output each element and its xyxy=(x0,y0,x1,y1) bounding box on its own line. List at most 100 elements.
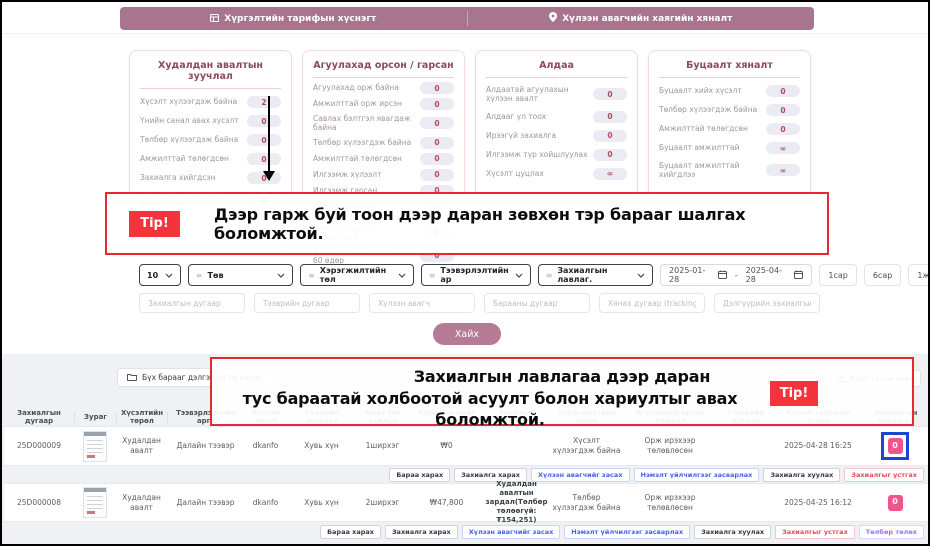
status-count-pill[interactable]: 0 xyxy=(247,115,281,127)
status-count-pill[interactable]: 0 xyxy=(420,137,454,149)
product-thumbnail[interactable] xyxy=(83,487,107,518)
page-size-select[interactable]: 10 xyxy=(139,264,181,286)
fulfillment-status-value: Хэрэгжилтийн төл xyxy=(320,266,393,284)
status-count-pill[interactable]: 0 xyxy=(247,134,281,146)
status-label: Төлбөр хүлээгдэж байна xyxy=(140,135,238,144)
status-label: Илгээмж түр хойшлуулах xyxy=(486,150,588,159)
status-row: Төлбөр хүлээгдэж байна 0 xyxy=(140,134,281,146)
status-label: Савлах бэлтгэл явагдаж байна xyxy=(313,114,417,133)
cell-status: Төлбөр хүлээгдэж байна xyxy=(549,493,624,513)
status-count-pill[interactable]: 0 xyxy=(593,111,627,123)
shipping-tariff-button[interactable]: Хүргэлтийн тарифын хүснэгт xyxy=(120,7,467,30)
cell-cost-info: Худалдан авалтын зардал(Төлбөр төлөөгүй:… xyxy=(484,480,549,525)
order-reference-select[interactable]: ≡ Захиалгын лавлаг. xyxy=(538,264,653,286)
status-row: Захиалга хийгдсэн 0 xyxy=(140,172,281,184)
status-row: Төлбөр хүлээгдэж байна 0 xyxy=(659,104,800,116)
cell-warehouse-status: Орж ирэхээр төлөвлөсөн xyxy=(624,436,716,456)
product-number-input[interactable] xyxy=(484,293,590,313)
tip-badge: Tip! xyxy=(770,381,818,406)
delete-order-button[interactable]: Захиалгыг устгах xyxy=(844,468,924,482)
receiver-address-label: Хүлээн авагчийн хаягийн хяналт xyxy=(562,14,732,24)
range-6month-button[interactable]: 6сар xyxy=(864,264,901,286)
col-order-number: Захиалгын дугаар xyxy=(4,412,74,423)
product-thumbnail[interactable] xyxy=(83,431,107,462)
range-1month-button[interactable]: 1сар xyxy=(819,264,856,286)
date-range-separator: - xyxy=(735,271,738,280)
status-label: Амжилттай төлөгдсөн xyxy=(659,124,748,133)
order-reference-value: Захиалгын лавлаг. xyxy=(557,266,632,284)
status-label: Амжилттай төлөгдсөн xyxy=(313,154,402,163)
view-product-button[interactable]: Бараа харах xyxy=(389,468,450,482)
order-number-input[interactable] xyxy=(139,293,245,313)
receiver-input[interactable] xyxy=(369,293,475,313)
receiver-address-button[interactable]: Хүлээн авагчийн хаягийн хяналт xyxy=(468,7,815,30)
center-select[interactable]: ≡ Төв xyxy=(188,264,293,286)
pay-button[interactable]: Төлбөр төлөх xyxy=(859,525,924,539)
date-range-picker[interactable]: 2025-01-28 - 2025-04-28 xyxy=(660,264,812,286)
status-count-pill[interactable]: 2 xyxy=(247,96,281,108)
fulfillment-status-select[interactable]: ≡ Хэрэгжилтийн төл xyxy=(300,264,414,286)
view-order-button[interactable]: Захиалга харах xyxy=(385,525,458,539)
status-count-pill[interactable]: ∞ xyxy=(593,168,627,180)
edit-extra-service-button[interactable]: Нэмэлт үйлчилгээг засварлах xyxy=(564,525,690,539)
copy-order-button[interactable]: Захиалга хуулах xyxy=(694,525,771,539)
chevron-down-icon xyxy=(398,271,406,280)
status-label: Амжилттай төлөгдсөн xyxy=(140,154,229,163)
status-count-pill[interactable]: 0 xyxy=(420,117,454,129)
status-count-pill[interactable]: 0 xyxy=(593,149,627,161)
edit-receiver-button[interactable]: Хүлээн авагчийг засах xyxy=(462,525,561,539)
row-actions: Бараа харах Захиалга харах Хүлээн авагчи… xyxy=(320,524,924,540)
row-actions: Бараа харах Захиалга харах Хүлээн авагчи… xyxy=(389,467,924,483)
status-count-pill[interactable]: 0 xyxy=(766,123,800,135)
search-button[interactable]: Хайх xyxy=(433,323,501,345)
shipping-tariff-label: Хүргэлтийн тарифын хүснэгт xyxy=(224,14,376,24)
order-reference-badge[interactable]: 0 xyxy=(888,438,903,454)
table-row[interactable]: 25D000008 Худалдан авалт Далайн тээвэр d… xyxy=(4,483,928,522)
tip-text: Захиалгын лавлагаа дээр даран тус бараат… xyxy=(230,366,750,431)
col-image: Зураг xyxy=(74,412,116,423)
view-product-button[interactable]: Бараа харах xyxy=(320,525,381,539)
status-count-pill[interactable]: 0 xyxy=(420,153,454,165)
date-to-value: 2025-04-28 xyxy=(746,266,787,284)
center-select-value: Төв xyxy=(207,271,272,280)
status-count-pill[interactable]: 0 xyxy=(593,130,627,142)
shipping-method-select[interactable]: ≡ Тээвэрлэлтийн ар xyxy=(421,264,531,286)
status-count-pill[interactable]: 0 xyxy=(420,169,454,181)
status-count-pill[interactable]: 0 xyxy=(593,88,627,100)
status-row: Хүсэлт хүлээгдэж байна 2 xyxy=(140,96,281,108)
status-label: Үнийн санал авах хүсэлт xyxy=(140,116,239,125)
range-1year-button[interactable]: 1жил xyxy=(908,264,930,286)
status-count-pill[interactable]: 0 xyxy=(420,82,454,94)
status-row: Төлбөр хүлээгдэж байна 0 xyxy=(313,137,454,149)
card-title: Алдаа xyxy=(486,60,627,78)
order-reference-badge[interactable]: 0 xyxy=(888,495,903,511)
tracking-number-input[interactable] xyxy=(599,293,705,313)
status-row: Савлах бэлтгэл явагдаж байна 0 xyxy=(313,114,454,133)
cell-order-reference: 0 xyxy=(862,432,928,460)
status-row: Амжилттай орж ирсэн 0 xyxy=(313,98,454,110)
topbar: Хүргэлтийн тарифын хүснэгт Хүлээн авагчи… xyxy=(120,7,814,30)
status-count-pill[interactable]: ∞ xyxy=(766,164,800,176)
status-label: Агуулахад орж байна xyxy=(313,83,399,92)
bars-icon: ≡ xyxy=(196,271,203,280)
status-label: Илгээмж хүлээлт xyxy=(313,170,381,179)
status-count-pill[interactable]: 0 xyxy=(766,104,800,116)
bars-icon: ≡ xyxy=(546,271,553,280)
delete-order-button[interactable]: Захиалгыг устгах xyxy=(775,525,855,539)
status-count-pill[interactable]: 0 xyxy=(420,98,454,110)
cell-receiver: dkanfo xyxy=(244,498,287,508)
transport-number-input[interactable] xyxy=(254,293,360,313)
status-count-pill[interactable]: 0 xyxy=(247,153,281,165)
status-count-pill[interactable]: ∞ xyxy=(766,142,800,154)
header-separator xyxy=(2,33,928,34)
store-order-number-input[interactable] xyxy=(714,293,820,313)
cell-customs-class: Хувь хүн xyxy=(287,441,356,451)
tip-text-line1: Захиалгын лавлагаа дээр даран xyxy=(302,366,822,388)
annotation-highlight-box: 0 xyxy=(881,432,909,460)
table-row[interactable]: 25D000009 Худалдан авалт Далайн тээвэр d… xyxy=(4,426,928,466)
cell-order-number: 25D000008 xyxy=(4,498,74,508)
edit-extra-service-button[interactable]: Нэмэлт үйлчилгээг засварлах xyxy=(634,468,760,482)
copy-order-button[interactable]: Захиалга хуулах xyxy=(763,468,840,482)
status-count-pill[interactable]: 0 xyxy=(766,85,800,97)
status-row: Алдаатай агуулахын хүлээн авалт 0 xyxy=(486,85,627,104)
